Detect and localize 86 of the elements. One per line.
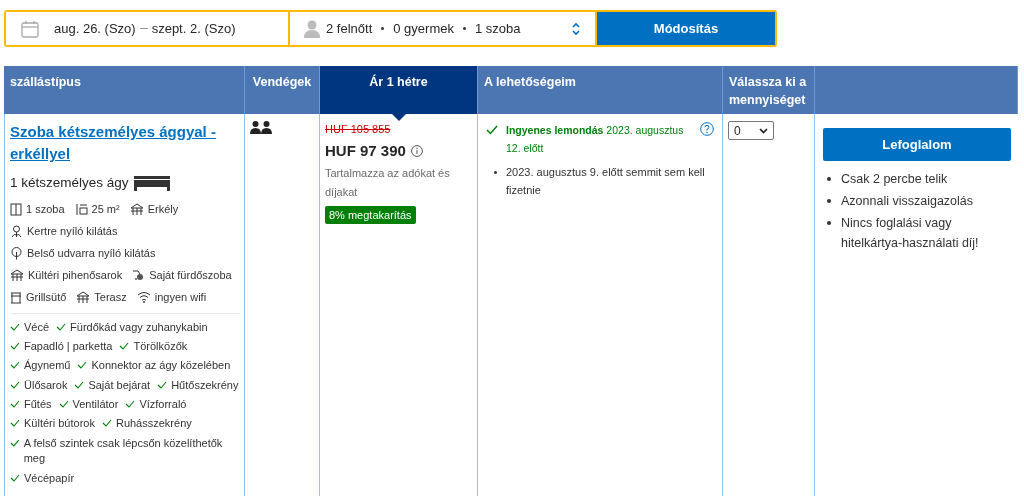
bullet-icon	[494, 170, 497, 174]
quantity-select[interactable]: 0	[728, 121, 774, 140]
amenity-label: Kültéri bútorok	[24, 416, 95, 432]
bullet-icon	[827, 221, 831, 225]
pointer-arrow	[390, 113, 407, 121]
facility-label: ingyen wifi	[154, 291, 207, 303]
benefit-text: Nincs foglalási vagy hitelkártya-használati díj!	[841, 215, 980, 252]
person-icon	[304, 19, 320, 38]
facility-label: Grillsütő	[26, 291, 67, 303]
facility-label: Erkély	[147, 203, 179, 215]
amenity-label: Fűtés	[24, 397, 52, 413]
check-icon	[56, 322, 67, 331]
two-persons-icon	[250, 121, 272, 134]
amenity-label: Konnektor az ágy közelében	[91, 358, 231, 374]
amenity-label: Fürdőkád vagy zuhanykabin	[70, 319, 208, 335]
amenity-label: Ágynemű	[24, 358, 71, 374]
policy-text: 2023. augusztus 9. előtt semmit sem kell fizetnie	[506, 164, 706, 199]
check-icon	[101, 419, 112, 428]
amenity-label: Vécépapír	[24, 470, 75, 486]
check-icon	[77, 361, 88, 370]
free-cancellation-text: Ingyenes lemondás 2023. augusztus 12. előtt	[506, 123, 685, 156]
check-icon	[125, 400, 136, 409]
guest-count: 2 felnőtt	[326, 21, 373, 36]
bed-icon	[132, 174, 171, 191]
guest-count: 0 gyermek	[393, 21, 454, 36]
amenity-label: Ruhásszekrény	[115, 416, 192, 432]
facility-label: Terasz	[94, 291, 127, 303]
column-header: Vendégek	[245, 66, 320, 114]
tax-note: Tartalmazza az adókat és díjakat	[325, 166, 451, 200]
bullet-icon	[827, 177, 831, 181]
help-icon[interactable]	[700, 122, 714, 136]
flower-icon	[10, 224, 23, 238]
chevron-updown-icon	[571, 21, 581, 36]
separator-dot	[381, 27, 385, 30]
check-in-date: aug. 26. (Szo)	[54, 21, 136, 36]
facility-label: Belső udvarra nyíló kilátás	[27, 247, 156, 259]
check-icon	[157, 380, 168, 389]
facility-label: Saját fürdőszoba	[149, 269, 232, 281]
date-field[interactable]: aug. 26. (Szo) szept. 2. (Szo)	[6, 12, 288, 45]
current-price: HUF 97 390	[325, 142, 406, 159]
check-icon	[119, 341, 130, 350]
benefit-text: Azonnali visszaigazolás	[841, 193, 973, 210]
amenity-label: Saját bejárat	[88, 377, 151, 393]
room-name-link[interactable]: Szoba kétszemélyes ággyal - erkéllyel	[10, 121, 239, 165]
calendar-icon	[20, 18, 40, 39]
column-header: Válassza ki a mennyiséget	[723, 66, 815, 114]
check-icon	[58, 400, 69, 409]
wifi-icon	[136, 291, 151, 303]
column-header: szállástípus	[4, 66, 245, 114]
facility-label: 25 m²	[91, 203, 120, 215]
door-icon	[10, 202, 22, 216]
info-icon	[410, 144, 423, 157]
check-icon	[74, 380, 85, 389]
bed-type: 1 kétszemélyes ágy	[10, 175, 129, 190]
check-icon	[10, 473, 20, 482]
benefit-text: Csak 2 percbe telik	[841, 171, 948, 188]
separator-dot	[462, 27, 466, 30]
amenity-label: Hűtőszekrény	[171, 377, 239, 393]
amenity-label: Ventilátor	[72, 397, 119, 413]
facility-label: Kültéri pihenősarok	[28, 269, 123, 281]
facility-label: Kertre nyíló kilátás	[27, 225, 118, 237]
grill-icon	[10, 290, 22, 304]
balcony-icon	[10, 268, 24, 282]
amenity-label: A felső szintek csak lépcsőn közelíthetők meg	[23, 435, 224, 467]
amenity-label: Fapadló | parketta	[24, 338, 113, 354]
guests-field[interactable]: 2 felnőtt 0 gyermek 1 szoba	[290, 12, 595, 45]
check-out-date: szept. 2. (Szo)	[151, 21, 236, 36]
discount-badge: 8% megtakarítás	[325, 206, 416, 225]
shower-icon	[132, 268, 146, 282]
original-price: HUF 105 855	[325, 123, 392, 135]
check-icon	[486, 125, 498, 135]
amenity-label: Vízforraló	[139, 397, 187, 413]
modify-button[interactable]: Módosítás	[597, 12, 775, 45]
balcony-icon	[129, 202, 144, 216]
facility-label: 1 szoba	[26, 203, 65, 215]
room-size-icon	[74, 202, 88, 216]
guest-count: 1 szoba	[474, 21, 521, 36]
balcony-icon	[76, 290, 91, 304]
reserve-button[interactable]: Lefoglalom	[823, 128, 1011, 161]
amenity-label: Vécé	[24, 319, 50, 335]
chevron-down-icon	[759, 127, 768, 134]
column-header: A lehetőségeim	[478, 66, 723, 114]
bullet-icon	[827, 199, 831, 203]
amenity-label: Törölközők	[133, 338, 188, 354]
amenity-label: Ülősarok	[24, 377, 68, 393]
tree-icon	[10, 246, 23, 260]
